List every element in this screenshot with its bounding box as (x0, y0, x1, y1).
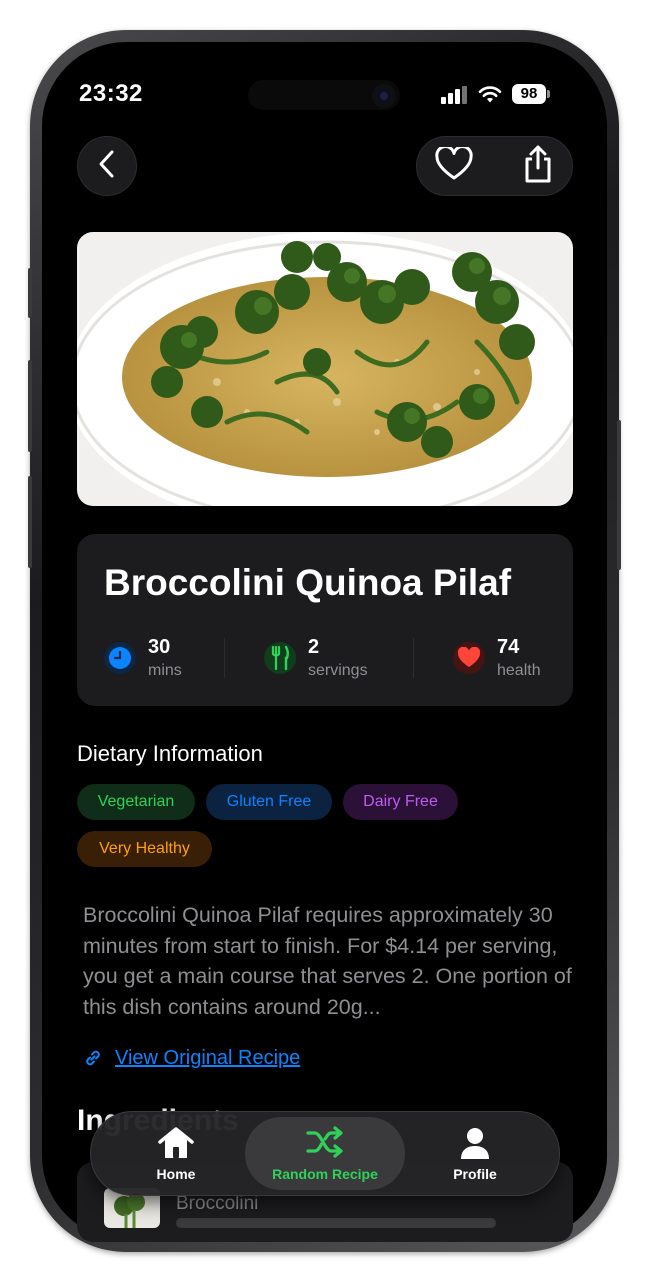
view-original-recipe-link[interactable]: View Original Recipe (115, 1047, 300, 1070)
tab-label: Random Recipe (272, 1166, 378, 1182)
action-buttons (416, 136, 573, 196)
stat-label: servings (308, 662, 368, 679)
status-time: 23:32 (79, 80, 143, 107)
tag-gluten-free: Gluten Free (206, 784, 332, 820)
heart-outline-icon (435, 144, 473, 186)
stat-value: 74 (497, 636, 520, 658)
tag-vegetarian: Vegetarian (77, 784, 195, 820)
tab-label: Profile (453, 1166, 497, 1182)
back-button[interactable] (77, 136, 137, 196)
favorite-button[interactable] (419, 137, 489, 195)
ingredient-detail (176, 1218, 496, 1228)
share-button[interactable] (503, 137, 573, 195)
recipe-image (77, 232, 573, 506)
person-icon (458, 1126, 492, 1165)
recipe-title: Broccolini Quinoa Pilaf (104, 562, 512, 603)
stat-divider (224, 638, 225, 678)
recipe-summary-card (77, 534, 573, 706)
chevron-left-icon (97, 149, 117, 184)
battery-icon (547, 90, 550, 98)
house-icon (157, 1126, 195, 1165)
volume-up-button (28, 360, 32, 452)
stat-servings: 2 servings (264, 634, 394, 680)
mute-switch (28, 268, 32, 318)
shuffle-icon (305, 1126, 345, 1163)
fork-knife-icon (264, 642, 296, 674)
battery-level: 98 (512, 84, 546, 104)
volume-down-button (28, 476, 32, 568)
stat-divider (413, 638, 414, 678)
camera-icon (372, 84, 396, 108)
tab-profile[interactable]: Profile (415, 1116, 535, 1192)
tab-random-recipe[interactable]: Random Recipe (245, 1116, 405, 1192)
heart-icon (453, 642, 485, 674)
tab-home[interactable]: Home (116, 1116, 236, 1192)
wifi-icon (478, 84, 502, 109)
power-button (617, 420, 621, 570)
recipe-description: Broccolini Quinoa Pilaf requires approxi… (83, 903, 572, 1019)
ingredient-name: Broccolini (176, 1193, 259, 1214)
stat-label: health (497, 662, 541, 679)
stat-value: 30 (148, 636, 171, 658)
tag-dairy-free: Dairy Free (343, 784, 458, 820)
clock-icon (104, 642, 136, 674)
stat-label: mins (148, 662, 182, 679)
tab-label: Home (156, 1166, 196, 1182)
stat-value: 2 (308, 636, 320, 658)
dietary-heading: Dietary Information (77, 741, 263, 766)
share-icon (521, 144, 555, 189)
stat-health: 74 health (453, 634, 563, 680)
tag-very-healthy: Very Healthy (77, 831, 212, 867)
cellular-signal-icon (441, 86, 467, 104)
stat-time: 30 mins (104, 634, 214, 680)
link-icon (83, 1048, 103, 1073)
